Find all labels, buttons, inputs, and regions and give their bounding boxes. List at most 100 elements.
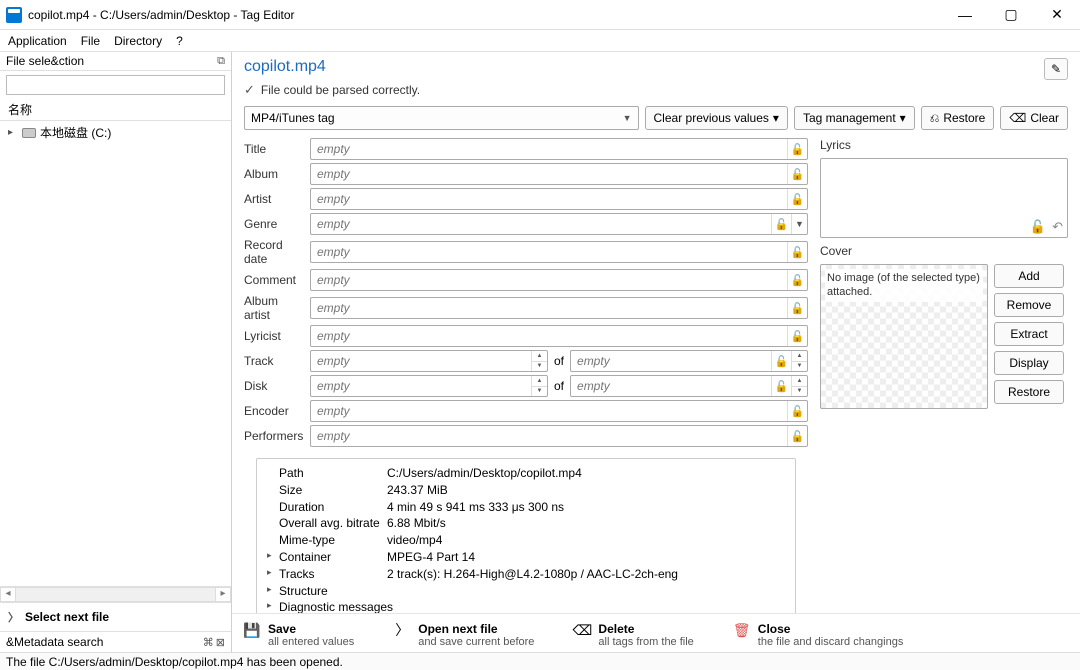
cover-label: Cover [820,244,1068,258]
cover-extract-button[interactable]: Extract [994,322,1064,346]
label-album: Album [244,167,306,181]
tree-expand-icon[interactable]: ▸ [8,127,18,138]
app-icon [6,7,22,23]
maximize-button[interactable]: ▢ [988,0,1034,30]
expand-icon[interactable]: ▸ [267,583,279,600]
drive-icon [22,128,36,138]
tree-scrollbar[interactable]: ◂ ▸ [0,586,231,602]
open-next-action[interactable]: 〉 Open next fileand save current before [394,622,534,648]
tag-toolbar: MP4/iTunes tag ▼ Clear previous values▾ … [232,106,1080,130]
input-encoder[interactable]: 🔓 [310,400,808,422]
tree-row-drive[interactable]: ▸ 本地磁盘 (C:) [4,123,227,142]
metadata-link-icon[interactable]: ⌘ [203,636,214,649]
input-comment[interactable]: 🔓 [310,269,808,291]
menu-application[interactable]: Application [8,34,67,48]
checkmark-icon: ✓ [244,82,255,98]
undock-icon[interactable]: ⧉ [217,55,225,68]
label-disk: Disk [244,379,306,393]
lock-icon[interactable]: 🔓 [787,426,807,446]
tag-management-button[interactable]: Tag management▾ [794,106,915,130]
tree-header: 名称 [0,99,231,121]
input-track-total[interactable]: 🔓▲▼ [570,350,808,372]
tag-type-select[interactable]: MP4/iTunes tag ▼ [244,106,639,130]
metadata-search-panel: &Metadata search ⌘ ⊠ [0,631,231,652]
undo-icon[interactable]: ↶ [1052,219,1063,235]
scroll-right-icon[interactable]: ▸ [215,587,231,602]
delete-icon: ⌫ [574,622,590,638]
menu-directory[interactable]: Directory [114,34,162,48]
expand-icon[interactable]: ▸ [267,549,279,566]
select-next-file[interactable]: 〉 Select next file [0,602,231,631]
lyrics-textarea[interactable]: 🔓↶ [820,158,1068,238]
pencil-icon: ✎ [1051,62,1061,76]
menu-file[interactable]: File [81,34,100,48]
input-artist[interactable]: 🔓 [310,188,808,210]
delete-action[interactable]: ⌫ Deleteall tags from the file [574,622,693,648]
menu-help[interactable]: ? [176,34,183,48]
lock-icon[interactable]: 🔓 [771,376,791,396]
input-album-artist[interactable]: 🔓 [310,297,808,319]
file-selection-title: File sele&ction [6,54,84,68]
file-search-input[interactable] [6,75,225,95]
cover-remove-button[interactable]: Remove [994,293,1064,317]
scroll-left-icon[interactable]: ◂ [0,587,16,602]
file-selection-panel: File sele&ction ⧉ 名称 ▸ 本地磁盘 (C:) ◂ ▸ 〉 S… [0,52,232,652]
file-tree[interactable]: ▸ 本地磁盘 (C:) [0,121,231,586]
lock-icon[interactable]: 🔓 [787,326,807,346]
lock-icon[interactable]: 🔓 [787,164,807,184]
restore-button[interactable]: ⎌Restore [921,106,995,130]
clear-button[interactable]: ⌫Clear [1000,106,1068,130]
restore-icon: ⎌ [930,111,940,126]
input-performers[interactable]: 🔓 [310,425,808,447]
chevron-right-icon: 〉 [8,609,19,625]
label-comment: Comment [244,273,306,287]
trash-icon: 🗑 [734,622,750,638]
save-action[interactable]: 💾 Saveall entered values [244,622,354,648]
close-window-button[interactable]: ✕ [1034,0,1080,30]
lock-icon[interactable]: 🔓 [1030,219,1046,235]
track-total-spinner[interactable]: ▲▼ [791,351,807,371]
file-info: PathC:/Users/admin/Desktop/copilot.mp4 S… [256,458,796,613]
expand-icon[interactable]: ▸ [267,566,279,583]
label-encoder: Encoder [244,404,306,418]
input-lyricist[interactable]: 🔓 [310,325,808,347]
lock-icon[interactable]: 🔓 [771,214,791,234]
tag-fields: Title🔓 Album🔓 Artist🔓 Genre🔓▼ Record dat… [244,138,808,613]
input-record-date[interactable]: 🔓 [310,241,808,263]
rename-button[interactable]: ✎ [1044,58,1068,80]
lock-icon[interactable]: 🔓 [787,139,807,159]
minimize-button[interactable]: — [942,0,988,30]
chevron-right-icon: 〉 [394,622,410,638]
disk-total-spinner[interactable]: ▲▼ [791,376,807,396]
lock-icon[interactable]: 🔓 [787,401,807,421]
statusbar: The file C:/Users/admin/Desktop/copilot.… [0,652,1080,670]
current-filename: copilot.mp4 [244,58,326,76]
label-album-artist: Album artist [244,294,306,322]
metadata-close-icon[interactable]: ⊠ [216,636,225,649]
label-lyricist: Lyricist [244,329,306,343]
lock-icon[interactable]: 🔓 [771,351,791,371]
lock-icon[interactable]: 🔓 [787,189,807,209]
titlebar: copilot.mp4 - C:/Users/admin/Desktop - T… [0,0,1080,30]
cover-restore-button[interactable]: Restore [994,380,1064,404]
track-spinner[interactable]: ▲▼ [531,351,547,371]
input-album[interactable]: 🔓 [310,163,808,185]
clear-previous-button[interactable]: Clear previous values▾ [645,106,788,130]
backspace-icon: ⌫ [1009,111,1026,125]
lock-icon[interactable]: 🔓 [787,270,807,290]
file-selection-header: File sele&ction ⧉ [0,52,231,71]
lock-icon[interactable]: 🔓 [787,298,807,318]
cover-display-button[interactable]: Display [994,351,1064,375]
input-disk-num[interactable]: ▲▼ [310,375,548,397]
chevron-down-icon: ▼ [623,113,632,123]
cover-add-button[interactable]: Add [994,264,1064,288]
input-disk-total[interactable]: 🔓▲▼ [570,375,808,397]
genre-dropdown-icon[interactable]: ▼ [791,214,807,234]
lock-icon[interactable]: 🔓 [787,242,807,262]
input-title[interactable]: 🔓 [310,138,808,160]
input-genre[interactable]: 🔓▼ [310,213,808,235]
disk-spinner[interactable]: ▲▼ [531,376,547,396]
expand-icon[interactable]: ▸ [267,599,279,613]
input-track-num[interactable]: ▲▼ [310,350,548,372]
close-action[interactable]: 🗑 Closethe file and discard changings [734,622,904,648]
